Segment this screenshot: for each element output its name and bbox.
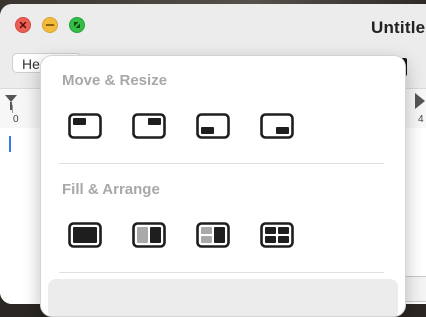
text-caret	[9, 136, 11, 152]
window-tiling-menu: Move & Resize Fill & Arrange	[40, 55, 406, 317]
move-top-right-option[interactable]	[132, 113, 166, 139]
move-bottom-right-option[interactable]	[260, 113, 294, 139]
move-top-left-option[interactable]	[68, 113, 102, 139]
minimize-icon	[45, 24, 55, 26]
move-resize-heading: Move & Resize	[62, 72, 168, 89]
ruler-tick	[12, 105, 13, 113]
fullscreen-icon	[74, 22, 80, 28]
fill-arrange-heading: Fill & Arrange	[62, 181, 160, 198]
indent-marker-icon[interactable]	[5, 95, 17, 111]
tile-top-right-icon	[132, 113, 166, 139]
fill-window-icon	[68, 222, 102, 248]
menu-divider	[59, 272, 384, 273]
right-margin-marker-icon[interactable]	[415, 93, 425, 109]
window-title: Untitle	[371, 18, 426, 37]
left-right-option[interactable]	[132, 222, 166, 248]
minimize-button[interactable]	[42, 17, 58, 33]
grid-quarters-icon	[260, 222, 294, 248]
tile-bottom-right-icon	[260, 113, 294, 139]
close-icon	[19, 21, 27, 29]
move-bottom-left-option[interactable]	[196, 113, 230, 139]
close-button[interactable]	[15, 17, 31, 33]
menu-divider	[59, 163, 384, 164]
ruler-end-label: 4	[418, 114, 424, 125]
ruler-start-label: 0	[13, 114, 19, 125]
title-bar	[0, 4, 426, 46]
tile-bottom-left-icon	[196, 113, 230, 139]
menu-item-highlighted[interactable]	[48, 279, 398, 316]
zoom-button[interactable]	[69, 17, 85, 33]
quarters-option[interactable]	[260, 222, 294, 248]
left-quarters-option[interactable]	[196, 222, 230, 248]
split-left-right-icon	[132, 222, 166, 248]
fill-option[interactable]	[68, 222, 102, 248]
split-quarters-left-icon	[196, 222, 230, 248]
tile-top-left-icon	[68, 113, 102, 139]
